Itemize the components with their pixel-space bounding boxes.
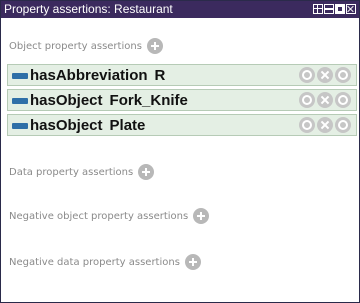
annotation-icon[interactable] bbox=[299, 67, 315, 83]
delete-icon[interactable] bbox=[317, 117, 333, 133]
section-label: Negative data property assertions bbox=[9, 256, 180, 268]
assertion-text: hasAbbreviation R bbox=[30, 65, 165, 87]
assertion-text: hasObject Plate bbox=[30, 115, 145, 137]
section-label: Negative object property assertions bbox=[9, 210, 189, 222]
delete-icon[interactable] bbox=[317, 92, 333, 108]
edit-icon[interactable] bbox=[335, 92, 351, 108]
add-negative-object-property-assertion-button[interactable] bbox=[193, 208, 210, 224]
object-property-assertions-header: Object property assertions bbox=[9, 38, 163, 54]
window-controls bbox=[313, 4, 356, 14]
annotation-icon[interactable] bbox=[299, 92, 315, 108]
assertion-text: hasObject Fork_Knife bbox=[30, 90, 188, 112]
assertion-property: hasObject bbox=[30, 92, 103, 109]
assertion-value: Fork_Knife bbox=[109, 92, 188, 109]
assertion-row[interactable]: hasObject Plate bbox=[7, 114, 357, 136]
panel-title: Property assertions: Restaurant bbox=[4, 2, 173, 16]
tile-view-icon[interactable] bbox=[313, 4, 323, 14]
assertion-property: hasObject bbox=[30, 117, 103, 134]
panel-titlebar: Property assertions: Restaurant bbox=[1, 1, 359, 18]
assertion-property: hasAbbreviation bbox=[30, 67, 148, 84]
section-label: Data property assertions bbox=[9, 166, 134, 178]
edit-icon[interactable] bbox=[335, 117, 351, 133]
add-data-property-assertion-button[interactable] bbox=[138, 164, 155, 180]
property-assertions-panel: Property assertions: Restaurant Object p… bbox=[0, 0, 360, 303]
annotation-icon[interactable] bbox=[299, 117, 315, 133]
object-property-icon bbox=[12, 123, 28, 129]
close-icon[interactable] bbox=[346, 4, 356, 14]
section-label: Object property assertions bbox=[9, 40, 142, 52]
negative-data-property-assertions-header: Negative data property assertions bbox=[9, 254, 201, 270]
object-property-icon bbox=[12, 98, 28, 104]
assertion-row[interactable]: hasObject Fork_Knife bbox=[7, 89, 357, 111]
assertion-row[interactable]: hasAbbreviation R bbox=[7, 64, 357, 86]
split-view-icon[interactable] bbox=[324, 4, 334, 14]
add-object-property-assertion-button[interactable] bbox=[146, 38, 163, 54]
assertion-value: Plate bbox=[109, 117, 146, 134]
maximize-icon[interactable] bbox=[335, 4, 345, 14]
object-property-icon bbox=[12, 73, 28, 79]
add-negative-data-property-assertion-button[interactable] bbox=[184, 254, 201, 270]
row-actions bbox=[299, 117, 351, 133]
negative-object-property-assertions-header: Negative object property assertions bbox=[9, 208, 210, 224]
delete-icon[interactable] bbox=[317, 67, 333, 83]
assertion-value: R bbox=[154, 67, 166, 84]
row-actions bbox=[299, 67, 351, 83]
data-property-assertions-header: Data property assertions bbox=[9, 164, 155, 180]
edit-icon[interactable] bbox=[335, 67, 351, 83]
row-actions bbox=[299, 92, 351, 108]
